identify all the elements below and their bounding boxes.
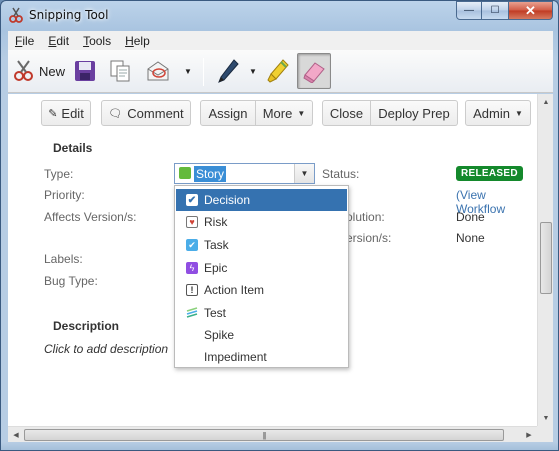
copy-icon: [110, 60, 130, 82]
decision-check-icon: ✔: [186, 194, 198, 206]
type-option-test[interactable]: Test: [176, 302, 347, 324]
horizontal-scroll-thumb[interactable]: |||: [24, 429, 504, 441]
type-option-impediment[interactable]: Impediment: [176, 346, 347, 368]
assign-button[interactable]: Assign: [200, 100, 256, 126]
highlighter-icon: [267, 59, 289, 83]
details-heading: Details: [53, 141, 93, 155]
affects-version-label: Affects Version/s:: [44, 210, 137, 224]
menu-file[interactable]: File: [15, 34, 34, 48]
chevron-down-icon: ▼: [249, 66, 257, 76]
window-bottom-frame: [1, 442, 558, 450]
pen-button[interactable]: [216, 56, 240, 86]
labels-label: Labels:: [44, 252, 83, 266]
action-item-exclamation-icon: !: [186, 284, 198, 296]
type-option-action-item[interactable]: ! Action Item: [176, 279, 347, 301]
toolbar: New ▼ ▼: [8, 50, 553, 93]
bug-type-label: Bug Type:: [44, 274, 98, 288]
issue-action-bar: ✎ Edit 🗨 Comment Assign More ▼ Close Dep…: [8, 100, 537, 126]
send-email-icon: [147, 61, 169, 81]
new-snip-button[interactable]: New: [12, 56, 65, 86]
scroll-up-icon[interactable]: ▲: [538, 94, 554, 110]
status-badge: RELEASED: [456, 166, 523, 181]
fix-version-label: ersion/s:: [346, 231, 392, 245]
issue-type-value: Story: [194, 166, 227, 182]
scissors-icon: [14, 60, 33, 81]
deploy-prep-button[interactable]: Deploy Prep: [371, 100, 458, 126]
send-snip-dropdown[interactable]: ▼: [184, 56, 192, 86]
more-button[interactable]: More ▼: [256, 100, 313, 126]
menu-tools[interactable]: Tools: [83, 34, 111, 48]
comment-label: Comment: [127, 105, 184, 121]
type-option-task[interactable]: ✔ Task: [176, 234, 347, 256]
chevron-down-icon: ▼: [297, 108, 306, 118]
resolution-value: Done: [456, 210, 485, 224]
close-label: Close: [329, 105, 364, 121]
admin-button[interactable]: Admin ▼: [465, 100, 531, 126]
type-label: Type:: [44, 167, 74, 181]
eraser-icon: [303, 62, 325, 83]
admin-label: Admin: [473, 105, 510, 121]
type-option-spike[interactable]: Spike: [176, 324, 347, 346]
scissors-app-icon: [9, 7, 23, 23]
scroll-left-icon[interactable]: ◀: [8, 427, 24, 443]
risk-heart-icon: ♥: [186, 216, 198, 228]
maximize-button[interactable]: ☐: [482, 1, 509, 20]
eraser-button[interactable]: [297, 53, 331, 89]
edit-button[interactable]: ✎ Edit: [41, 100, 91, 126]
fix-version-value: None: [456, 231, 485, 245]
vertical-scrollbar[interactable]: ▲ ▼: [537, 94, 553, 426]
assign-label: Assign: [208, 105, 248, 121]
description-placeholder[interactable]: Click to add description: [44, 342, 168, 356]
minimize-icon: —: [464, 5, 474, 16]
chevron-down-icon: ▼: [514, 108, 523, 118]
horizontal-scrollbar[interactable]: ◀ ||| ▶: [8, 426, 537, 442]
priority-label: Priority:: [44, 188, 85, 202]
type-option-decision[interactable]: ✔ Decision: [176, 189, 347, 211]
close-issue-button[interactable]: Close: [322, 100, 371, 126]
scroll-down-icon[interactable]: ▼: [538, 410, 554, 426]
edit-label: Edit: [61, 105, 84, 121]
comment-bubble-icon: 🗨: [108, 107, 123, 120]
epic-bolt-icon: ϟ: [186, 262, 198, 274]
task-check-icon: ✔: [186, 239, 198, 251]
new-label: New: [39, 63, 66, 79]
deploy-prep-label: Deploy Prep: [378, 105, 450, 121]
story-icon: [179, 167, 191, 179]
pen-dropdown[interactable]: ▼: [249, 56, 257, 86]
menu-bar: File Edit Tools Help: [8, 31, 553, 50]
more-label: More: [262, 105, 293, 121]
scroll-right-icon[interactable]: ▶: [521, 427, 537, 443]
resolution-label: olution:: [346, 210, 385, 224]
vertical-scroll-thumb[interactable]: [540, 222, 552, 294]
minimize-button[interactable]: —: [456, 1, 482, 20]
copy-button[interactable]: [108, 56, 132, 86]
captured-content: ✎ Edit 🗨 Comment Assign More ▼ Close Dep…: [8, 94, 537, 426]
save-button[interactable]: [73, 56, 97, 86]
issue-type-select[interactable]: Story ▼: [174, 163, 315, 184]
type-option-risk[interactable]: ♥ Risk: [176, 211, 347, 233]
comment-button[interactable]: 🗨 Comment: [101, 100, 191, 126]
status-label: Status:: [322, 167, 360, 181]
title-bar: Snipping Tool — ☐ ✕: [1, 1, 558, 31]
menu-help[interactable]: Help: [125, 34, 150, 48]
pen-icon: [218, 59, 239, 83]
chevron-down-icon[interactable]: ▼: [294, 164, 314, 183]
close-window-button[interactable]: ✕: [509, 1, 553, 20]
save-icon: [75, 61, 95, 81]
snipping-tool-window: Snipping Tool — ☐ ✕ File Edit Tools Help…: [0, 0, 559, 451]
test-lines-icon: [186, 307, 198, 319]
chevron-down-icon: ▼: [184, 66, 192, 76]
close-icon: ✕: [525, 2, 536, 18]
description-heading: Description: [53, 319, 120, 333]
issue-type-dropdown: ✔ Decision ♥ Risk ✔ Task ϟ Epic ! Action…: [174, 185, 349, 368]
highlighter-button[interactable]: [266, 56, 290, 86]
type-option-epic[interactable]: ϟ Epic: [176, 257, 347, 279]
menu-edit[interactable]: Edit: [48, 34, 69, 48]
resize-grip[interactable]: [537, 426, 553, 442]
send-snip-button[interactable]: [146, 56, 172, 86]
maximize-icon: ☐: [490, 5, 500, 16]
pencil-icon: ✎: [48, 107, 58, 120]
window-title: Snipping Tool: [29, 8, 109, 22]
